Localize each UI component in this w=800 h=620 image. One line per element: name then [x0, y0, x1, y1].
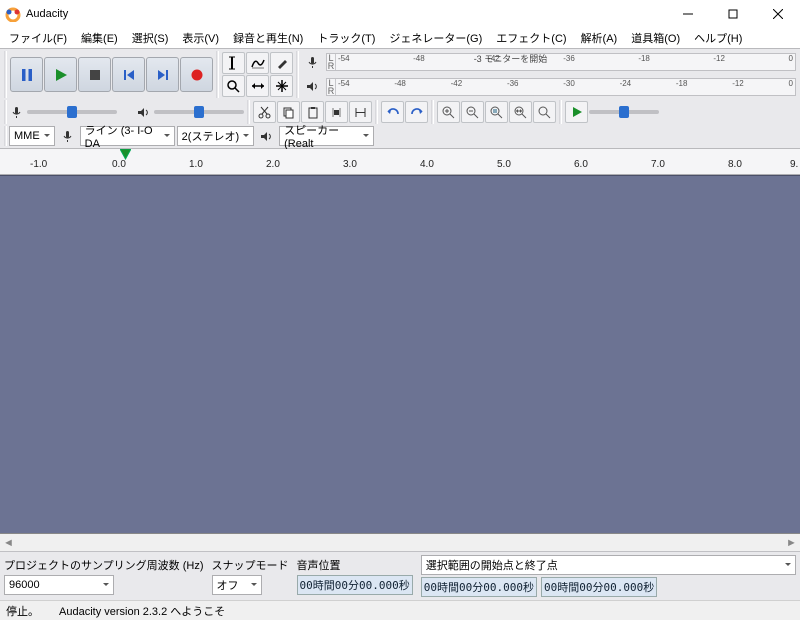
- menu-tools[interactable]: 道具箱(O): [624, 28, 687, 48]
- zoom-tool-button[interactable]: [222, 75, 245, 97]
- menu-analyze[interactable]: 解析(A): [574, 28, 625, 48]
- rate-label: プロジェクトのサンプリング周波数 (Hz): [4, 557, 204, 573]
- rec-vol-slider[interactable]: [27, 110, 117, 114]
- recording-device-select[interactable]: ライン (3- I-O DA: [80, 126, 175, 146]
- undo-toolbar: [380, 100, 429, 124]
- trim-button[interactable]: [325, 101, 348, 123]
- titlebar: Audacity: [0, 0, 800, 27]
- window-maximize-button[interactable]: [710, 0, 755, 27]
- selection-end-field[interactable]: 00時間00分00.000秒: [541, 577, 657, 597]
- snap-label: スナップモード: [212, 557, 289, 573]
- play-meter-icon[interactable]: [301, 76, 324, 98]
- playback-meter[interactable]: L-54-48-42-36-30-24-18-120 R: [326, 78, 796, 96]
- scroll-left-icon[interactable]: ◄: [0, 534, 17, 551]
- play-vol-icon: [137, 106, 150, 119]
- edit-toolbar: [252, 100, 373, 124]
- zoom-out-button[interactable]: [461, 101, 484, 123]
- track-area[interactable]: [0, 175, 800, 534]
- redo-button[interactable]: [405, 101, 428, 123]
- selection-toolbar: プロジェクトのサンプリング周波数 (Hz) 96000 スナップモード オフ 音…: [0, 551, 800, 600]
- play-vol-slider[interactable]: [154, 110, 244, 114]
- skip-end-button[interactable]: [146, 57, 179, 92]
- draw-tool-button[interactable]: [270, 52, 293, 74]
- app-logo-icon: [5, 6, 21, 22]
- envelope-tool-button[interactable]: [246, 52, 269, 74]
- rec-meter-icon[interactable]: [301, 51, 324, 73]
- paste-button[interactable]: [301, 101, 324, 123]
- scroll-right-icon[interactable]: ►: [783, 534, 800, 551]
- silence-button[interactable]: [349, 101, 372, 123]
- skip-start-button[interactable]: [112, 57, 145, 92]
- title-text: Audacity: [26, 8, 68, 20]
- menu-tracks[interactable]: トラック(T): [310, 28, 382, 48]
- menu-select[interactable]: 選択(S): [125, 28, 176, 48]
- rec-vol-icon: [10, 106, 23, 119]
- recording-channels-select[interactable]: 2(ステレオ): [177, 126, 254, 146]
- fit-selection-button[interactable]: [485, 101, 508, 123]
- toolbars: L-54-48-42-36-3 モニターを開始-18-120 R L-54-48…: [0, 48, 800, 149]
- transport-toolbar: [9, 51, 214, 98]
- fit-project-button[interactable]: [509, 101, 532, 123]
- menu-generate[interactable]: ジェネレーター(G): [382, 28, 489, 48]
- menu-edit[interactable]: 編集(E): [74, 28, 125, 48]
- selection-mode-select[interactable]: 選択範囲の開始点と終了点: [421, 555, 796, 575]
- horizontal-scrollbar[interactable]: ◄ ►: [0, 534, 800, 551]
- mixer-toolbar: [9, 100, 245, 124]
- play-at-speed-button[interactable]: [565, 101, 588, 123]
- recording-meter[interactable]: L-54-48-42-36-3 モニターを開始-18-120 R: [326, 53, 796, 71]
- menu-effect[interactable]: エフェクト(C): [489, 28, 573, 48]
- audio-position-field[interactable]: 00時間00分00.000秒: [297, 575, 413, 595]
- snap-select[interactable]: オフ: [212, 575, 262, 595]
- zoom-toolbar: [436, 100, 557, 124]
- menu-view[interactable]: 表示(V): [175, 28, 226, 48]
- play-button[interactable]: [44, 57, 77, 92]
- speaker-select-icon: [256, 130, 277, 143]
- audio-host-select[interactable]: MME: [9, 126, 55, 146]
- window-close-button[interactable]: [755, 0, 800, 27]
- copy-button[interactable]: [277, 101, 300, 123]
- speed-slider[interactable]: [589, 110, 659, 114]
- timeline-ruler[interactable]: -1.0 0.0 1.0 2.0 3.0 4.0 5.0 6.0 7.0 8.0…: [0, 149, 800, 175]
- play-at-speed-toolbar: [564, 100, 660, 124]
- status-message: Audacity version 2.3.2 へようこそ: [59, 603, 225, 619]
- tools-toolbar: [221, 51, 294, 98]
- stop-button[interactable]: [78, 57, 111, 92]
- timeshift-tool-button[interactable]: [246, 75, 269, 97]
- menubar: ファイル(F) 編集(E) 選択(S) 表示(V) 録音と再生(N) トラック(…: [0, 27, 800, 48]
- selection-start-field[interactable]: 00時間00分00.000秒: [421, 577, 537, 597]
- menu-file[interactable]: ファイル(F): [2, 28, 74, 48]
- zoom-toggle-button[interactable]: [533, 101, 556, 123]
- selection-tool-button[interactable]: [222, 52, 245, 74]
- window-minimize-button[interactable]: [665, 0, 710, 27]
- project-rate-select[interactable]: 96000: [4, 575, 114, 595]
- playback-device-select[interactable]: スピーカー (Realt: [279, 126, 374, 146]
- multi-tool-button[interactable]: [270, 75, 293, 97]
- menu-transport[interactable]: 録音と再生(N): [226, 28, 310, 48]
- menu-help[interactable]: ヘルプ(H): [687, 28, 749, 48]
- mic-icon: [57, 130, 78, 143]
- audio-position-label: 音声位置: [297, 557, 413, 573]
- status-state: 停止。: [6, 603, 39, 619]
- status-bar: 停止。 Audacity version 2.3.2 へようこそ: [0, 600, 800, 620]
- cut-button[interactable]: [253, 101, 276, 123]
- record-button[interactable]: [180, 57, 213, 92]
- zoom-in-button[interactable]: [437, 101, 460, 123]
- pause-button[interactable]: [10, 57, 43, 92]
- undo-button[interactable]: [381, 101, 404, 123]
